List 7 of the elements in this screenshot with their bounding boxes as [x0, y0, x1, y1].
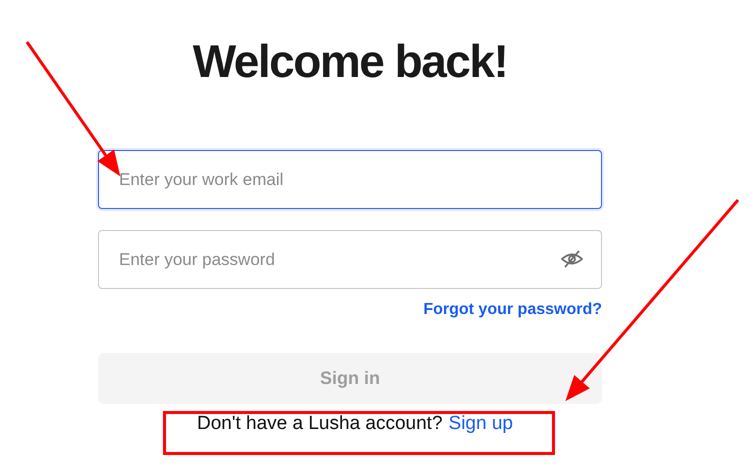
page-title: Welcome back! [192, 34, 508, 89]
password-field[interactable]: Enter your password [98, 230, 602, 289]
sign-up-link[interactable]: Sign up [448, 413, 513, 435]
signup-prompt: Don't have a Lusha account? [197, 413, 443, 435]
forgot-password-link[interactable]: Forgot your password? [423, 301, 602, 319]
eye-slash-icon[interactable] [561, 250, 583, 268]
email-field[interactable]: Enter your work email [98, 150, 602, 209]
